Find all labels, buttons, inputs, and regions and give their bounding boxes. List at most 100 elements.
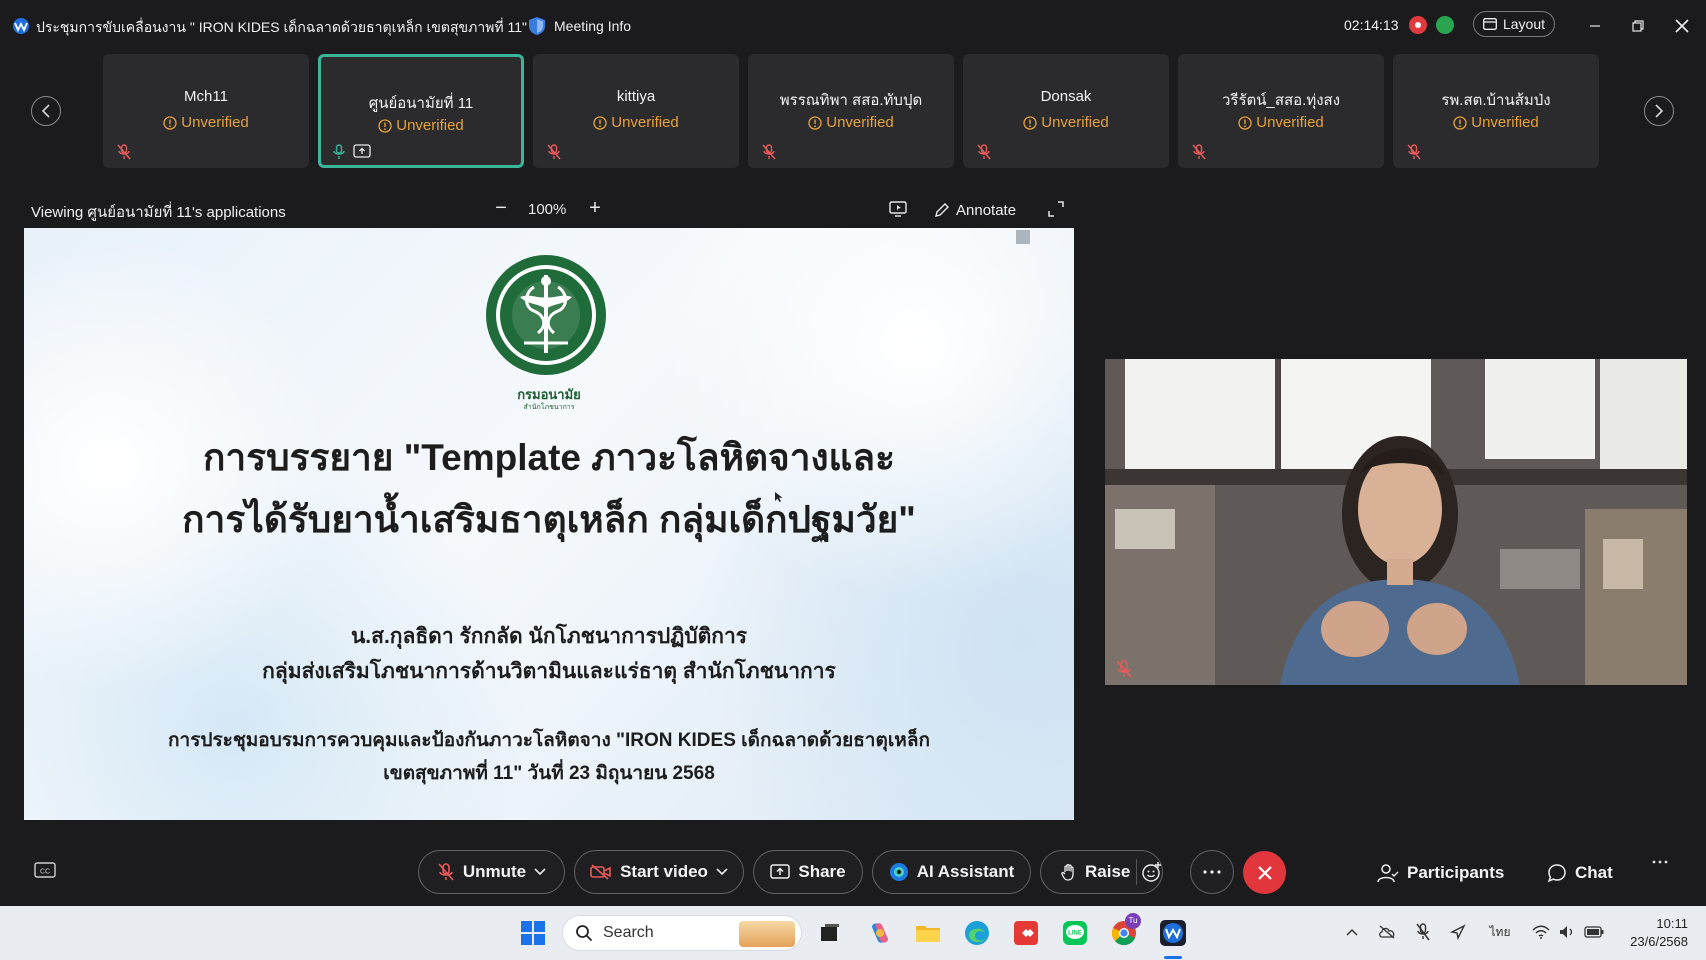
meeting-info-button[interactable]: Meeting Info <box>528 14 631 38</box>
file-explorer-icon[interactable] <box>914 919 942 947</box>
remote-control-icon[interactable] <box>888 199 908 219</box>
more-panels-button[interactable] <box>1652 860 1668 864</box>
volume-icon[interactable] <box>1557 922 1577 942</box>
slide-department-subtitle: สำนักโภชนาการ <box>523 404 575 411</box>
ai-assistant-button[interactable]: AI Assistant <box>872 850 1031 894</box>
participant-name: รพ.สต.บ้านส้มป่ง <box>1441 92 1551 109</box>
warning-icon <box>163 115 177 130</box>
tray-overflow-icon[interactable] <box>1342 922 1362 942</box>
reactions-icon[interactable] <box>1141 861 1163 883</box>
start-video-label: Start video <box>620 862 708 881</box>
layout-button[interactable]: Layout <box>1473 11 1555 37</box>
slide-title-line-1: การบรรยาย "Template ภาวะโลหิตจางและ <box>203 437 895 478</box>
network-status-icon[interactable] <box>1436 16 1454 34</box>
speaker-video-frame <box>1105 359 1687 685</box>
participant-status-label: Unverified <box>1471 114 1539 131</box>
minimize-button[interactable] <box>1583 14 1607 38</box>
taskbar-clock-time[interactable]: 10:11 <box>1618 916 1688 931</box>
chat-bubble-icon <box>1547 864 1566 883</box>
raise-hand-button[interactable]: Raise <box>1040 850 1163 894</box>
taskbar-clock-date[interactable]: 23/6/2568 <box>1618 934 1688 949</box>
zoom-in-button[interactable]: + <box>584 196 606 220</box>
video-off-icon <box>590 864 611 880</box>
remote-cursor-icon <box>775 492 783 502</box>
anydesk-icon[interactable] <box>1012 919 1040 947</box>
zoom-level[interactable]: 100% <box>528 201 566 218</box>
participants-next-button[interactable] <box>1644 96 1674 126</box>
leave-meeting-button[interactable] <box>1243 851 1286 894</box>
line-app-icon[interactable]: LINE <box>1061 919 1089 947</box>
share-button[interactable]: Share <box>753 850 863 894</box>
more-options-button[interactable] <box>1190 850 1234 894</box>
chevron-right-icon <box>1655 104 1664 118</box>
restore-button[interactable] <box>1626 14 1650 38</box>
participant-tile[interactable]: kittiya Unverified <box>533 54 739 168</box>
unmute-label: Unmute <box>462 862 527 881</box>
participants-prev-button[interactable] <box>31 96 61 126</box>
start-video-button[interactable]: Start video <box>574 850 744 894</box>
active-app-indicator <box>1164 956 1182 959</box>
closed-captions-icon[interactable]: CC <box>34 862 56 880</box>
more-horizontal-icon <box>1203 870 1221 874</box>
participants-icon <box>1377 864 1399 883</box>
shared-screen-handle-icon[interactable] <box>1016 230 1030 244</box>
task-view-icon[interactable] <box>816 919 844 947</box>
participant-tile[interactable]: ศูนย์อนามัยที่ 11 Unverified <box>318 54 524 168</box>
participant-name: พรรณทิพา สสอ.ทับปุด <box>779 92 923 109</box>
annotate-button[interactable]: Annotate <box>934 199 1016 221</box>
pen-icon <box>935 203 949 217</box>
unmute-button[interactable]: Unmute <box>418 850 565 894</box>
windows-start-icon[interactable] <box>519 919 547 947</box>
input-language-indicator[interactable]: ไทย <box>1487 922 1513 942</box>
taskbar-search-box[interactable]: Search <box>562 915 802 951</box>
webex-app-icon[interactable] <box>1159 919 1187 947</box>
participant-name: วรีรัตน์_สสอ.ทุ่งสง <box>1221 92 1341 109</box>
participant-tile[interactable]: รพ.สต.บ้านส้มป่ง Unverified <box>1393 54 1599 168</box>
layout-label: Layout <box>1502 16 1546 32</box>
location-icon[interactable] <box>1448 922 1468 942</box>
participant-tile[interactable]: วรีรัตน์_สสอ.ทุ่งสง Unverified <box>1178 54 1384 168</box>
battery-icon[interactable] <box>1584 922 1604 942</box>
close-window-button[interactable] <box>1670 14 1694 38</box>
chat-button[interactable]: Chat <box>1547 860 1613 886</box>
wifi-icon[interactable] <box>1531 922 1551 942</box>
participant-status-label: Unverified <box>611 114 679 131</box>
warning-icon <box>593 115 607 130</box>
participant-status: Unverified <box>748 114 954 131</box>
participant-tile[interactable]: Mch11 Unverified <box>103 54 309 168</box>
viewing-label: Viewing ศูนย์อนามัยที่ 11's applications <box>31 204 286 221</box>
zoom-out-button[interactable]: − <box>490 196 512 220</box>
participant-tile[interactable]: พรรณทิพา สสอ.ทับปุด Unverified <box>748 54 954 168</box>
search-placeholder: Search <box>603 924 654 941</box>
participant-status-label: Unverified <box>826 114 894 131</box>
sharing-screen-icon <box>353 144 371 158</box>
participants-button[interactable]: Participants <box>1377 860 1504 886</box>
search-highlight-icon <box>739 921 795 947</box>
layout-icon <box>1483 18 1497 30</box>
copilot-icon[interactable] <box>866 919 894 947</box>
slide-title-line-2: การได้รับยาน้ำเสริมธาตุเหล็ก กลุ่มเด็กปฐ… <box>182 499 916 540</box>
chrome-app[interactable]: Tu <box>1110 913 1141 947</box>
recording-indicator-icon[interactable] <box>1409 16 1427 34</box>
onedrive-offline-icon[interactable] <box>1377 922 1397 942</box>
edge-browser-icon[interactable] <box>963 919 991 947</box>
more-horizontal-icon <box>1652 860 1668 864</box>
svg-text:CC: CC <box>40 869 50 876</box>
participant-status: Unverified <box>1393 114 1599 131</box>
slide-author-line-2: กลุ่มส่งเสริมโภชนาการด้านวิตามินและแร่ธา… <box>262 660 836 683</box>
participant-status-label: Unverified <box>396 117 464 134</box>
participant-tile[interactable]: Donsak Unverified <box>963 54 1169 168</box>
chevron-down-icon[interactable] <box>716 868 728 876</box>
ai-assistant-icon <box>889 863 908 881</box>
fullscreen-icon[interactable] <box>1047 200 1065 218</box>
participant-status-label: Unverified <box>181 114 249 131</box>
chevron-down-icon[interactable] <box>534 868 546 876</box>
hand-icon <box>1061 863 1074 881</box>
speaker-video[interactable] <box>1105 359 1687 685</box>
participant-name: kittiya <box>616 88 656 105</box>
mic-muted-tray-icon[interactable] <box>1413 922 1433 942</box>
chevron-up-icon <box>1346 928 1358 936</box>
slide-event-line-2: เขตสุขภาพที่ 11" วันที่ 23 มิถุนายน 2568 <box>383 763 715 784</box>
participant-name: Donsak <box>1040 88 1092 105</box>
participant-name: Mch11 <box>184 88 228 105</box>
